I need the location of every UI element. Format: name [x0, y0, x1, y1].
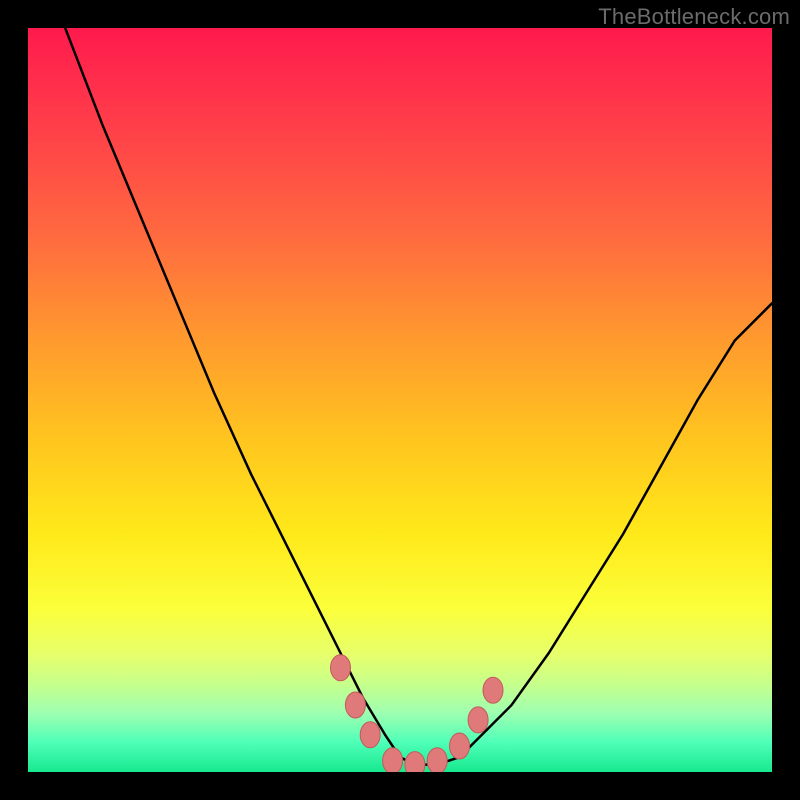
curve-marker: [383, 748, 403, 772]
curve-marker: [468, 707, 488, 733]
curve-layer: [28, 28, 772, 772]
curve-marker: [427, 748, 447, 772]
curve-markers: [331, 655, 504, 772]
curve-marker: [360, 722, 380, 748]
curve-marker: [450, 733, 470, 759]
chart-frame: TheBottleneck.com: [0, 0, 800, 800]
curve-marker: [345, 692, 365, 718]
curve-marker: [405, 752, 425, 772]
curve-marker: [483, 677, 503, 703]
watermark-text: TheBottleneck.com: [598, 4, 790, 30]
plot-area: [28, 28, 772, 772]
bottleneck-curve: [65, 28, 772, 765]
curve-marker: [331, 655, 351, 681]
